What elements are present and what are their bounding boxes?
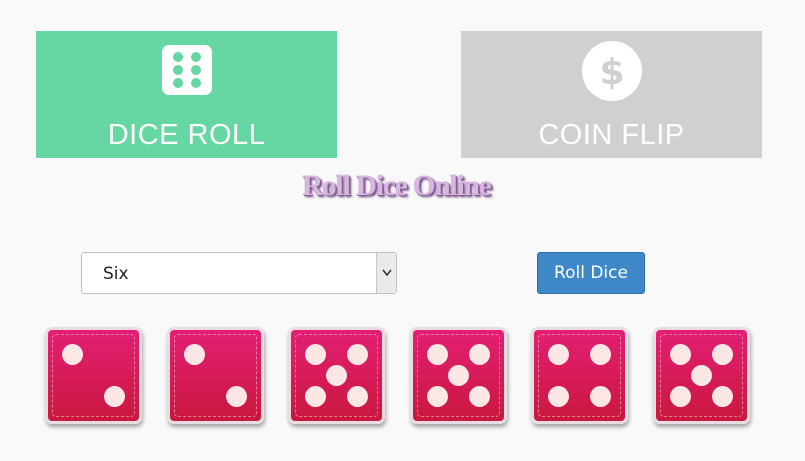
- die-pip: [426, 344, 448, 366]
- die-pip: [183, 344, 205, 366]
- die-2: [166, 327, 264, 424]
- die-pip: [225, 385, 247, 407]
- die-pip: [711, 344, 733, 366]
- dollar-coin-icon: $: [581, 41, 642, 101]
- die-6: [653, 327, 750, 424]
- die-pip: [691, 365, 712, 386]
- die-pip: [670, 344, 692, 366]
- dice-count-select[interactable]: Six: [81, 252, 397, 294]
- tab-coin-flip[interactable]: $ COIN FLIP: [461, 31, 762, 158]
- svg-text:$: $: [599, 52, 624, 93]
- tab-dice-roll[interactable]: DICE ROLL: [36, 31, 337, 158]
- dice-six-icon: [161, 45, 212, 95]
- die-1: [45, 327, 142, 424]
- die-pip: [347, 385, 369, 407]
- die-pip: [711, 385, 733, 407]
- die-pip: [426, 385, 448, 407]
- tab-coin-flip-label: COIN FLIP: [538, 119, 685, 151]
- chevron-down-icon[interactable]: [376, 253, 396, 293]
- die-3: [288, 327, 386, 424]
- die-pip: [103, 385, 125, 407]
- die-pip: [468, 344, 490, 366]
- die-5: [531, 327, 629, 424]
- die-pip: [670, 385, 692, 407]
- die-4: [409, 327, 507, 424]
- die-pip: [62, 344, 84, 366]
- roll-dice-button[interactable]: Roll Dice: [537, 252, 645, 294]
- die-pip: [468, 385, 490, 407]
- dice-count-select-value: Six: [103, 264, 129, 284]
- tab-dice-roll-label: DICE ROLL: [107, 119, 266, 151]
- page-title: Roll Dice Online: [302, 170, 492, 202]
- die-pip: [447, 365, 469, 386]
